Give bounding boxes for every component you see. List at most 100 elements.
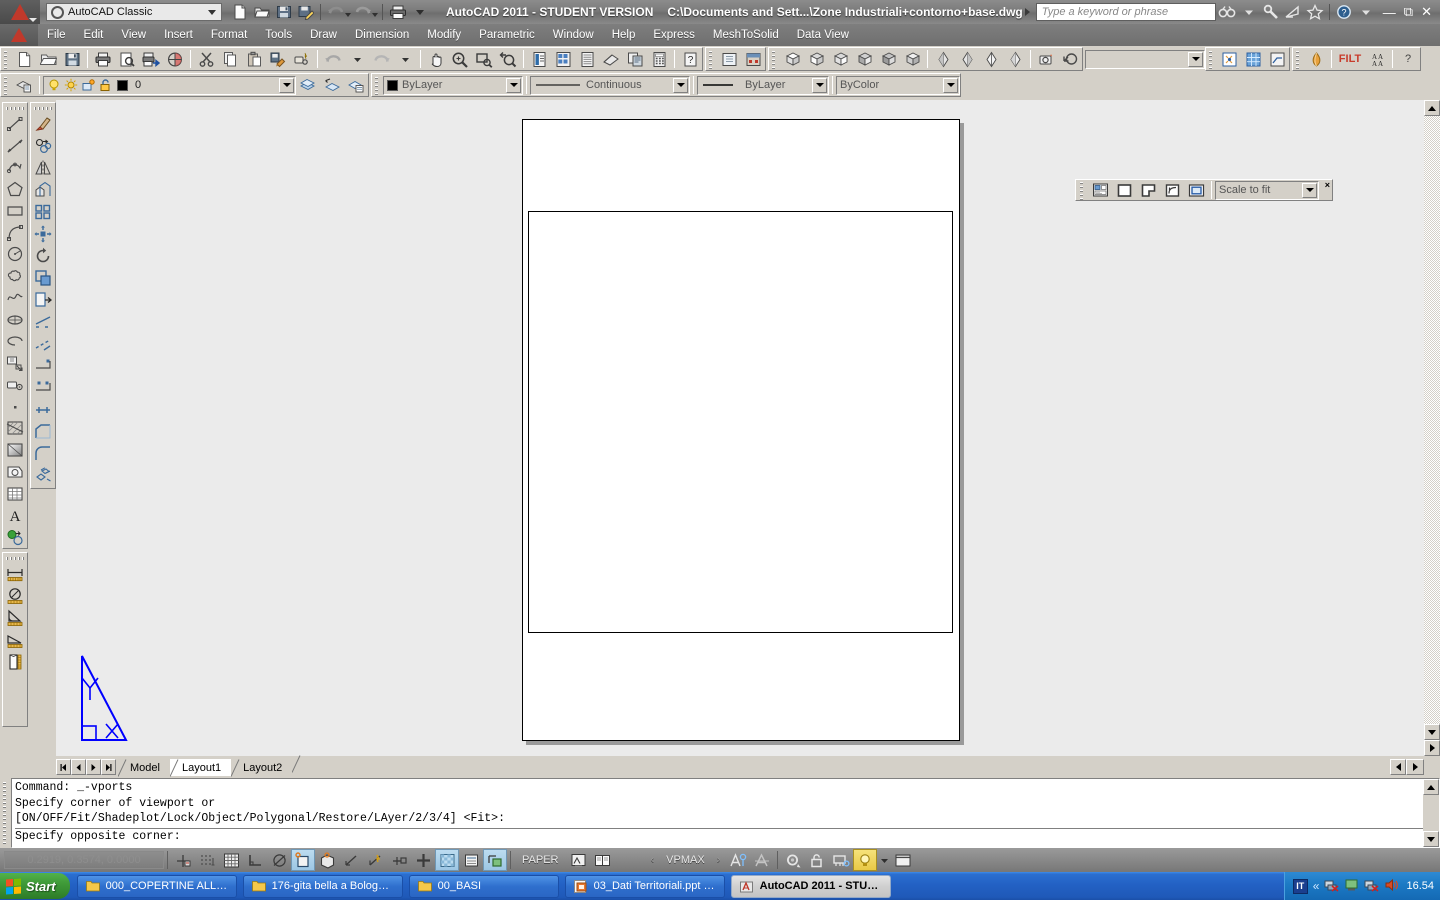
zoom-previous-icon[interactable]: [496, 48, 520, 70]
gradient-icon[interactable]: [4, 439, 26, 461]
front-view-icon[interactable]: [876, 48, 900, 70]
hardware-acceleration-icon[interactable]: [829, 849, 853, 871]
zoom-window-icon[interactable]: [472, 48, 496, 70]
back-view-icon[interactable]: [900, 48, 924, 70]
multiline-text-icon[interactable]: A: [4, 504, 26, 526]
menu-view[interactable]: View: [112, 27, 155, 43]
undo-dropdown-icon[interactable]: [345, 48, 369, 70]
status-tray-dropdown-icon[interactable]: [877, 849, 891, 871]
network-disconnected-icon[interactable]: [1324, 878, 1339, 895]
redo-icon[interactable]: [352, 2, 373, 22]
taskbar-item[interactable]: 000_COPERTINE ALLEN: [76, 874, 237, 898]
menu-edit[interactable]: Edit: [75, 27, 113, 43]
menu-help[interactable]: Help: [603, 27, 645, 43]
coordinates-display[interactable]: 0.2919, 0.3574, 0.0000: [4, 851, 164, 869]
chevron-down-icon[interactable]: [1188, 51, 1203, 67]
break-icon[interactable]: [32, 355, 54, 377]
dynamic-input-icon[interactable]: [387, 849, 411, 871]
color-control-combo[interactable]: ByLayer: [383, 75, 523, 95]
menu-dataview[interactable]: Data View: [788, 27, 858, 43]
table-style-icon[interactable]: [1241, 48, 1265, 70]
erase-icon[interactable]: [32, 113, 54, 135]
communication-center-icon[interactable]: [1260, 1, 1282, 23]
workspace-settings-icon[interactable]: [717, 48, 741, 70]
offset-icon[interactable]: [32, 179, 54, 201]
table-icon[interactable]: [4, 483, 26, 505]
quickcalc-icon[interactable]: [647, 48, 671, 70]
model-space-icon[interactable]: [566, 849, 590, 871]
diameter-dimension-icon[interactable]: [4, 585, 26, 607]
command-prompt[interactable]: Specify opposite corner:: [15, 829, 1436, 845]
chevron-down-icon[interactable]: [279, 77, 294, 93]
drawing-canvas[interactable]: Scale to fit ×: [56, 100, 1424, 756]
cut-icon[interactable]: [194, 48, 218, 70]
workspace-selector[interactable]: AutoCAD Classic: [46, 3, 222, 21]
new-icon[interactable]: [229, 2, 250, 22]
region-icon[interactable]: [4, 461, 26, 483]
help-icon[interactable]: ?: [678, 48, 702, 70]
paste-icon[interactable]: [242, 48, 266, 70]
chevron-down-icon[interactable]: [1302, 182, 1317, 198]
menu-insert[interactable]: Insert: [155, 27, 202, 43]
menu-format[interactable]: Format: [202, 27, 256, 43]
circle-icon[interactable]: [4, 243, 26, 265]
single-viewport-icon[interactable]: [1112, 179, 1136, 201]
menu-express[interactable]: Express: [644, 27, 704, 43]
ellipse-arc-icon[interactable]: [4, 330, 26, 352]
layer-properties-icon[interactable]: [12, 74, 36, 96]
layout-space-icon[interactable]: [590, 849, 614, 871]
spline-icon[interactable]: [4, 287, 26, 309]
object-snap-icon[interactable]: [291, 849, 315, 871]
point-icon[interactable]: [4, 396, 26, 418]
chevron-down-icon[interactable]: [345, 13, 351, 17]
minimize-icon[interactable]: —: [1383, 5, 1396, 20]
trim-icon[interactable]: [32, 311, 54, 333]
taskbar-item[interactable]: 176-gita bella a Bologna,...: [242, 874, 403, 898]
toolbar-grip[interactable]: [1079, 180, 1086, 200]
save-as-icon[interactable]: [295, 2, 316, 22]
layout-viewport[interactable]: [528, 211, 953, 633]
line-icon[interactable]: [4, 113, 26, 135]
infer-constraints-icon[interactable]: [171, 849, 195, 871]
volume-icon[interactable]: [1384, 878, 1399, 895]
close-icon[interactable]: ×: [1325, 181, 1330, 190]
bottom-view-icon[interactable]: [804, 48, 828, 70]
hatch-icon[interactable]: [4, 417, 26, 439]
chevron-down-icon[interactable]: [506, 77, 521, 93]
network-icon[interactable]: [1344, 878, 1359, 895]
clean-screen-icon[interactable]: [891, 849, 915, 871]
status-tray-icon[interactable]: [853, 849, 878, 871]
vpmax-label[interactable]: VPMAX: [660, 854, 711, 866]
display-viewports-dialog-icon[interactable]: [1088, 179, 1112, 201]
polygonal-viewport-icon[interactable]: [1136, 179, 1160, 201]
chevron-down-icon[interactable]: [673, 77, 688, 93]
menu-parametric[interactable]: Parametric: [470, 27, 544, 43]
menu-meshtosolid[interactable]: MeshToSolid: [704, 27, 788, 43]
chevron-down-icon[interactable]: [372, 13, 378, 17]
3d-object-snap-icon[interactable]: [315, 849, 339, 871]
last-tab-icon[interactable]: [101, 759, 116, 775]
block-editor-icon[interactable]: [290, 48, 314, 70]
undo-icon[interactable]: [325, 2, 346, 22]
vpmax-next-arrow[interactable]: ›: [711, 854, 727, 866]
space-label[interactable]: PAPER: [514, 854, 566, 866]
save-icon[interactable]: [273, 2, 294, 22]
multileader-style-icon[interactable]: [1265, 48, 1289, 70]
command-scrollbar[interactable]: [1423, 779, 1439, 847]
layer-control-combo[interactable]: 0: [43, 75, 296, 95]
scroll-up-button[interactable]: [1423, 779, 1439, 795]
chevron-down-icon[interactable]: [812, 77, 827, 93]
help2-icon[interactable]: ?: [1396, 48, 1420, 70]
nw-iso-icon[interactable]: [1003, 48, 1027, 70]
toolbar-grip[interactable]: [374, 75, 381, 95]
search-input[interactable]: Type a keyword or phrase: [1035, 3, 1216, 21]
toolbar-grip[interactable]: [3, 75, 10, 95]
language-indicator[interactable]: IT: [1292, 878, 1308, 894]
annotation-scale-icon[interactable]: [726, 849, 750, 871]
command-line-text[interactable]: Command: _-vports Specify corner of view…: [11, 778, 1440, 848]
baseline-dimension-icon[interactable]: [4, 651, 26, 673]
make-layer-current-icon[interactable]: [296, 74, 320, 96]
close-icon[interactable]: ✕: [1421, 4, 1432, 20]
prev-tab-icon[interactable]: [71, 759, 86, 775]
workspace-switching-icon[interactable]: [781, 849, 805, 871]
